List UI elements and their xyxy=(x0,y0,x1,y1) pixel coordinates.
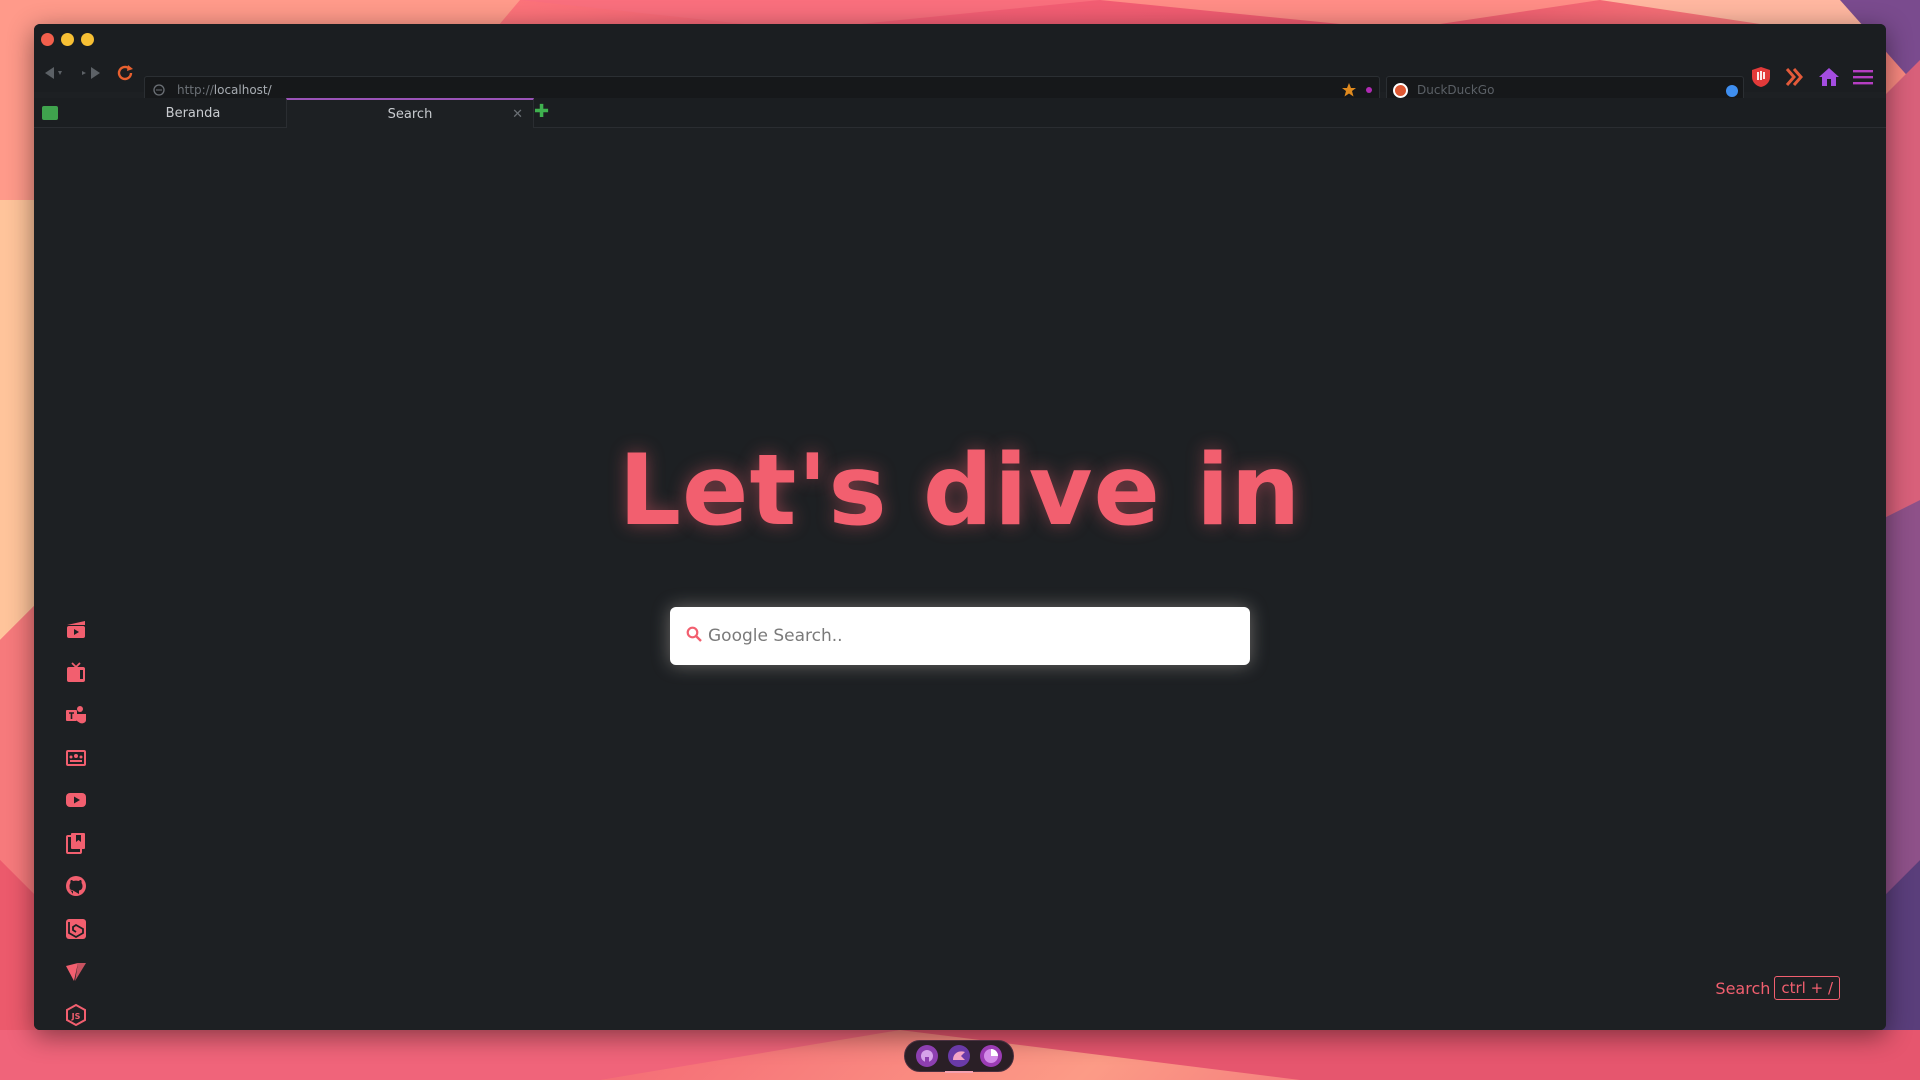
teams-icon xyxy=(66,706,86,724)
duckduckgo-icon xyxy=(1393,83,1408,98)
bookmark-star-icon[interactable] xyxy=(1341,82,1357,98)
spartan-dock-icon xyxy=(953,1051,965,1060)
github-icon xyxy=(66,876,86,896)
sidebar-item-youtube[interactable] xyxy=(62,786,90,814)
dock-item-pie[interactable] xyxy=(980,1045,1002,1067)
tab-search[interactable]: Search ✕ xyxy=(286,98,534,128)
dock-item-github[interactable] xyxy=(916,1045,938,1067)
sidebar-item-nodejs[interactable]: JS xyxy=(62,1001,90,1029)
shortcut-key: ctrl + / xyxy=(1774,976,1840,1000)
search-shortcut-hint: Search ctrl + / xyxy=(1715,976,1840,1000)
github-dock-icon xyxy=(921,1050,933,1062)
site-info-icon[interactable] xyxy=(153,84,165,96)
new-tab-button[interactable]: ✚ xyxy=(534,103,549,121)
back-button[interactable] xyxy=(44,64,66,82)
nodejs-icon: JS xyxy=(66,1004,86,1026)
tv-icon xyxy=(67,662,85,682)
tab-close-icon[interactable]: ✕ xyxy=(512,107,523,122)
maximize-window-button[interactable] xyxy=(81,33,94,46)
sidebar-item-bookmark-book[interactable] xyxy=(62,829,90,857)
home-button[interactable] xyxy=(1816,64,1842,90)
page-heading: Let's dive in xyxy=(618,434,1302,548)
forward-button[interactable] xyxy=(80,64,102,82)
close-window-button[interactable] xyxy=(41,33,54,46)
browser-window: http://localhost/ DuckDuckGo Beranda ✕ S… xyxy=(34,24,1886,1030)
minimize-window-button[interactable] xyxy=(61,33,74,46)
shortcut-label: Search xyxy=(1715,978,1771,998)
search-go-icon[interactable] xyxy=(1726,85,1738,97)
back-arrow-icon xyxy=(45,67,62,79)
classroom-icon xyxy=(66,750,86,766)
tab-group-icon[interactable] xyxy=(42,106,58,120)
forward-arrow-icon xyxy=(82,67,100,79)
ublock-extension-button[interactable] xyxy=(1748,64,1774,90)
sidebar-item-laravel[interactable] xyxy=(62,915,90,943)
reload-button[interactable] xyxy=(114,64,136,82)
reload-icon xyxy=(117,65,133,81)
ublock-shield-icon xyxy=(1752,67,1770,87)
double-chevron-icon xyxy=(1785,68,1803,86)
sidebar-item-tv[interactable] xyxy=(62,659,90,687)
vuetify-icon xyxy=(66,963,86,981)
home-icon xyxy=(1819,68,1839,86)
dock-item-spartan[interactable] xyxy=(945,1045,973,1073)
title-bar xyxy=(34,24,1886,54)
search-icon xyxy=(686,626,702,642)
extension-arrows-button[interactable] xyxy=(1782,64,1808,90)
sidebar-item-vuetify[interactable] xyxy=(62,958,90,986)
bookmark-book-icon xyxy=(66,833,85,854)
clapperboard-icon xyxy=(67,621,85,638)
search-engine-placeholder: DuckDuckGo xyxy=(1417,83,1495,97)
hamburger-menu-icon xyxy=(1853,70,1873,85)
page-action-dot[interactable] xyxy=(1366,87,1372,93)
svg-text:JS: JS xyxy=(71,1012,81,1021)
sidebar-item-classroom[interactable] xyxy=(62,744,90,772)
google-search-box[interactable] xyxy=(670,607,1250,665)
taskbar-dock xyxy=(904,1040,1014,1073)
url-text[interactable]: http://localhost/ xyxy=(177,83,272,97)
sidebar-item-teams[interactable] xyxy=(62,701,90,729)
tab-label: Search xyxy=(387,106,433,122)
sidebar-item-clapperboard[interactable] xyxy=(62,615,90,643)
tab-beranda[interactable]: Beranda ✕ xyxy=(70,98,316,128)
tab-label: Beranda xyxy=(165,105,221,121)
sidebar-item-github[interactable] xyxy=(62,872,90,900)
laravel-icon xyxy=(66,919,86,939)
youtube-icon xyxy=(66,793,86,807)
search-input[interactable] xyxy=(708,607,1228,665)
tab-strip: Beranda ✕ Search ✕ ✚ xyxy=(34,98,1886,128)
menu-button[interactable] xyxy=(1850,64,1876,90)
page-content: Let's dive in Google Search.. JS Search … xyxy=(34,128,1886,1030)
pie-dock-icon xyxy=(984,1049,998,1063)
